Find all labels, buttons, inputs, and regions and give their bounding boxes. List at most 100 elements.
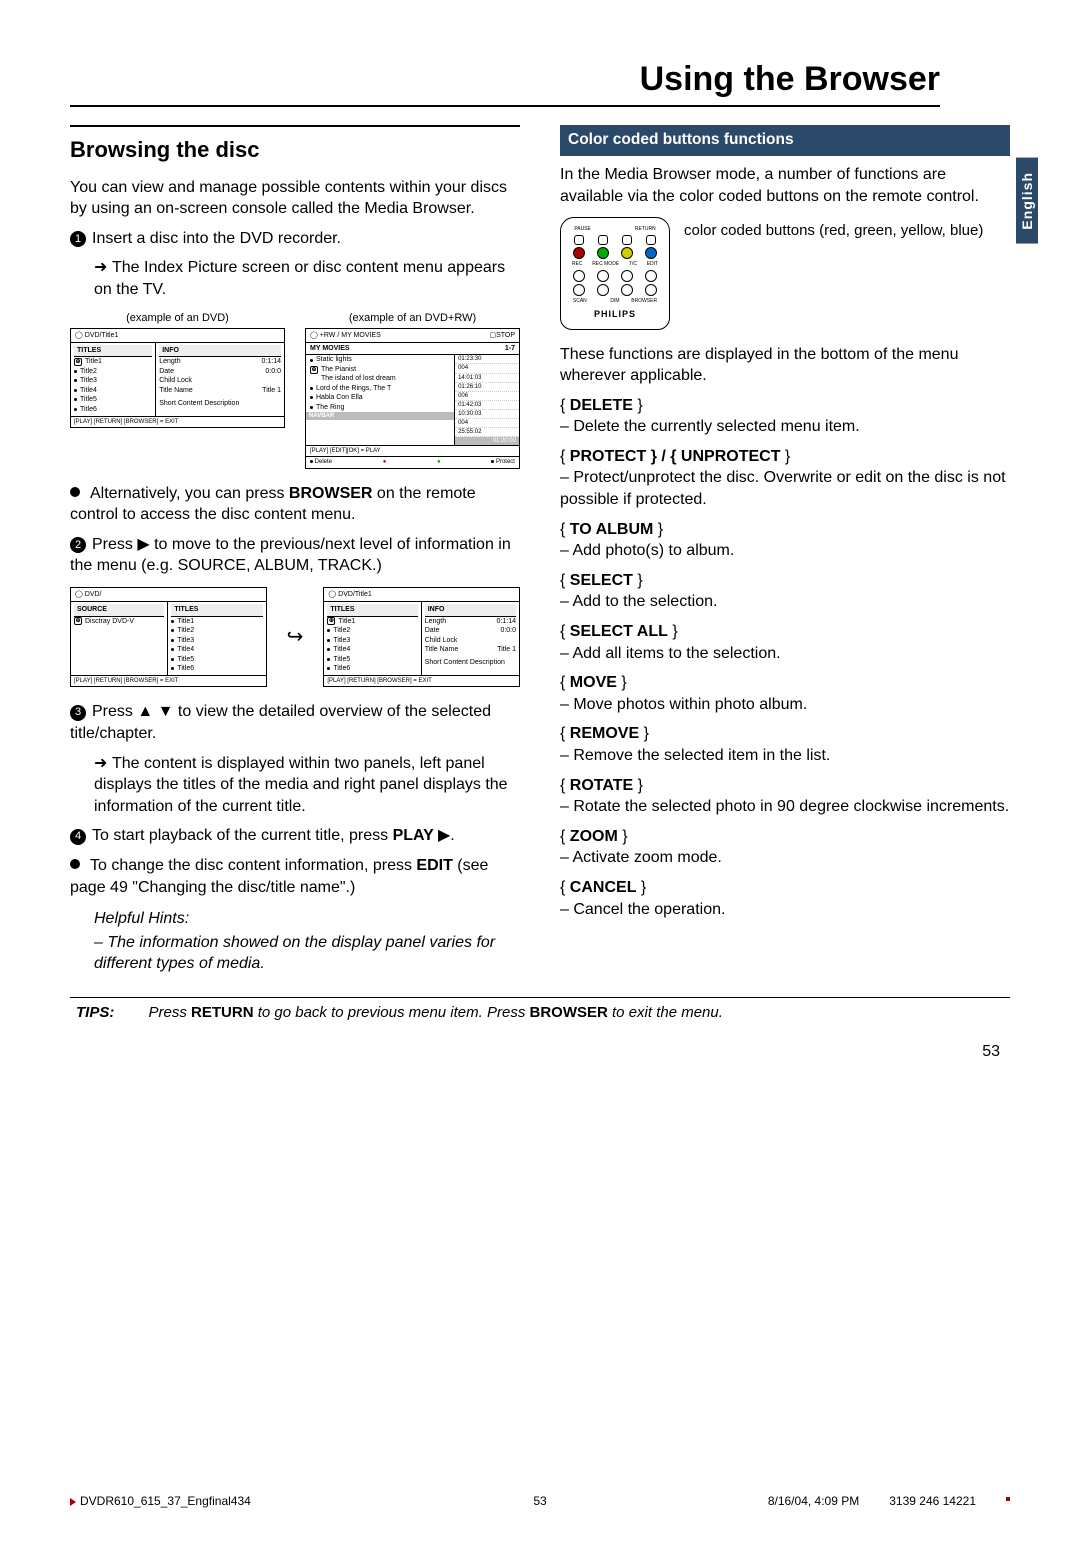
- func-desc: – Cancel the operation.: [560, 899, 1010, 921]
- func-desc: – Protect/unprotect the disc. Overwrite …: [560, 467, 1010, 510]
- step-1-result: ➜The Index Picture screen or disc conten…: [70, 257, 520, 300]
- left-column: Browsing the disc You can view and manag…: [70, 125, 520, 975]
- func-name: SELECT: [570, 572, 633, 589]
- tips-block: TIPS: Press RETURN to go back to previou…: [70, 997, 1010, 1021]
- step2a: Press: [92, 536, 137, 553]
- src-crumb: DVD/: [85, 591, 102, 598]
- rw-time: 006: [455, 392, 519, 401]
- func-name: REMOVE: [570, 725, 639, 742]
- remote-lbl: T/C: [629, 261, 637, 268]
- remote-lbl: REC: [572, 261, 583, 268]
- src-hdr-a: SOURCE: [74, 604, 164, 616]
- section-rule: [70, 125, 520, 127]
- rw-time: 10:30:03: [455, 410, 519, 419]
- step-4: 4To start playback of the current title,…: [70, 825, 520, 847]
- func-desc: – Delete the currently selected menu ite…: [560, 416, 1010, 438]
- src-title: Title3: [177, 636, 194, 645]
- remote-lbl: EDIT: [647, 261, 658, 268]
- src-title: Title5: [177, 655, 194, 664]
- func-desc: – Add photo(s) to album.: [560, 540, 1010, 562]
- dvd-crumb: DVD/Title1: [85, 332, 119, 339]
- tips-b1: RETURN: [191, 1004, 254, 1021]
- alt-step: Alternatively, you can press BROWSER on …: [70, 483, 520, 526]
- rw-subR: 1-7: [505, 344, 515, 353]
- dvd-title: Title6: [80, 405, 97, 414]
- arrow-icon: ➜: [94, 257, 112, 279]
- tips-rule: [70, 997, 1010, 998]
- src-foot: [PLAY] [RETURN] [BROWSER] = EXIT: [71, 675, 266, 686]
- crop-mark-icon: [70, 1498, 76, 1506]
- func-desc: – Add to the selection.: [560, 591, 1010, 613]
- page-number: 53: [70, 1043, 1010, 1061]
- info-v: Title 1: [262, 386, 281, 395]
- src-hdr-b: TITLES: [171, 604, 262, 616]
- func-name: CANCEL: [570, 879, 637, 896]
- remote-lbl: DIM: [610, 298, 619, 305]
- rw-stop: STOP: [496, 332, 515, 339]
- func-toalbum: { TO ALBUM } – Add photo(s) to album.: [560, 519, 1010, 562]
- info-l: Date: [425, 626, 440, 635]
- round-bullet: [70, 487, 80, 497]
- right-column: Color coded buttons functions In the Med…: [560, 125, 1010, 975]
- info-title: Title1: [338, 617, 355, 626]
- round-bullet: [70, 859, 80, 869]
- rw-time: 01:23:30: [455, 355, 519, 364]
- src-title: Title4: [177, 645, 194, 654]
- info-l: Length: [425, 617, 446, 626]
- func-desc: – Remove the selected item in the list.: [560, 745, 1010, 767]
- step1a: Insert a disc into the DVD recorder.: [92, 230, 341, 247]
- func-desc: – Rotate the selected photo in 90 degree…: [560, 796, 1010, 818]
- fig-label-rw: (example of an DVD+RW): [305, 311, 520, 326]
- remote-brand: PHILIPS: [567, 308, 663, 320]
- rw-subL: MY MOVIES: [310, 344, 350, 353]
- info-crumb: DVD/Title1: [338, 591, 372, 598]
- edit-bold: EDIT: [416, 857, 452, 874]
- dvd-info-hdr: INFO: [159, 345, 281, 357]
- rw-foot-edit: [PLAY] [EDIT][OK] = PLAY: [310, 447, 381, 455]
- src-title: Title2: [177, 626, 194, 635]
- step-3-result: ➜The content is displayed within two pan…: [70, 753, 520, 818]
- blue-bar-heading: Color coded buttons functions: [560, 125, 1010, 156]
- arrow-icon: ➜: [94, 753, 112, 775]
- rw-time: 25:55:02: [455, 428, 519, 437]
- remote-lbl: SCAN: [573, 298, 587, 305]
- editA: To change the disc content information, …: [90, 857, 416, 874]
- footer-left: DVDR610_615_37_Engfinal434: [80, 1494, 251, 1508]
- dvdrw-figure: ◯ +RW / MY MOVIES▢STOP MY MOVIES1-7 Stat…: [305, 328, 520, 469]
- src-title: Title1: [177, 617, 194, 626]
- step4a: To start playback of the current title, …: [92, 827, 393, 844]
- alt-bold: BROWSER: [289, 485, 373, 502]
- hints-text: – The information showed on the display …: [70, 932, 520, 975]
- bullet-2: 2: [70, 537, 86, 553]
- rw-foot-prot: Protect: [496, 459, 515, 465]
- func-name: ROTATE: [570, 777, 633, 794]
- func-name: ZOOM: [570, 828, 618, 845]
- info-title: Title2: [333, 626, 350, 635]
- remote-lbl: BROWSER: [631, 298, 657, 305]
- crop-mark-icon: [1006, 1497, 1010, 1501]
- info-hdr-a: TITLES: [327, 604, 417, 616]
- info-title: Title6: [333, 664, 350, 673]
- right-intro: In the Media Browser mode, a number of f…: [560, 164, 1010, 207]
- dvd-foot: [PLAY] [RETURN] [BROWSER] = EXIT: [71, 416, 284, 427]
- func-desc: – Add all items to the selection.: [560, 643, 1010, 665]
- remote-lbl: PAUSE: [574, 226, 591, 233]
- info-l: Title Name: [425, 645, 459, 654]
- remote-lbl: REC MODE: [592, 261, 619, 268]
- dvd-figure: ◯ DVD/Title1 TITLES ⊕Title1 Title2 Title…: [70, 328, 285, 429]
- dvd-title: Title1: [85, 357, 102, 366]
- rw-time: 004: [455, 419, 519, 428]
- rw-item: The Pianist: [321, 365, 356, 374]
- func-remove: { REMOVE } – Remove the selected item in…: [560, 723, 1010, 766]
- info-figure: ◯ DVD/Title1 TITLES ⊕Title1 Title2 Title…: [323, 587, 520, 688]
- step3c: The content is displayed within two pane…: [94, 755, 508, 815]
- edit-step: To change the disc content information, …: [70, 855, 520, 898]
- info-l: Child Lock: [425, 637, 458, 644]
- footer-date: 8/16/04, 4:09 PM: [768, 1494, 859, 1508]
- func-desc: – Move photos within photo album.: [560, 694, 1010, 716]
- func-protect: { PROTECT } / { UNPROTECT } – Protect/un…: [560, 446, 1010, 511]
- tips-t2: to go back to previous menu item. Press: [254, 1004, 530, 1021]
- func-move: { MOVE } – Move photos within photo albu…: [560, 672, 1010, 715]
- info-l: Title Name: [159, 386, 193, 395]
- remote-lbl: RETURN: [635, 226, 656, 233]
